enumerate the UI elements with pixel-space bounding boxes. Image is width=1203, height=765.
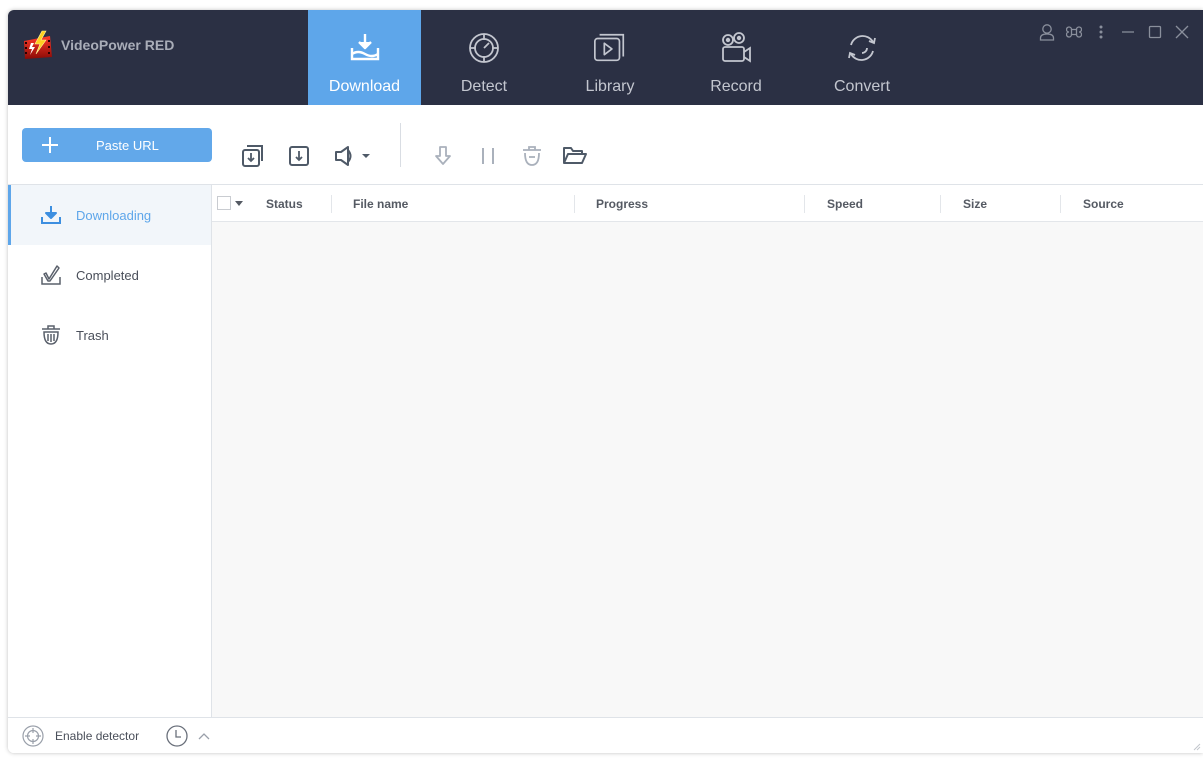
toolbar-divider xyxy=(400,123,401,167)
audio-speaker-icon[interactable] xyxy=(328,143,376,169)
app-window: VideoPower RED Download Detect Library R… xyxy=(8,10,1203,753)
tab-detect-label: Detect xyxy=(460,78,508,95)
convert-cycle-icon xyxy=(844,30,880,66)
tab-library-label: Library xyxy=(585,78,635,95)
column-divider[interactable] xyxy=(331,195,332,213)
column-progress[interactable]: Progress xyxy=(596,185,648,222)
command-icon[interactable] xyxy=(1060,22,1087,42)
column-source[interactable]: Source xyxy=(1083,185,1124,222)
column-size[interactable]: Size xyxy=(963,185,987,222)
main-nav: Download Detect Library Record Convert xyxy=(308,10,925,105)
sidebar-item-trash[interactable]: Trash xyxy=(8,305,211,365)
column-divider[interactable] xyxy=(574,195,575,213)
paste-url-label: Paste URL xyxy=(96,137,159,153)
open-folder-icon[interactable] xyxy=(562,143,588,169)
batch-download-icon[interactable] xyxy=(240,143,266,169)
tab-convert[interactable]: Convert xyxy=(799,10,925,105)
schedule-clock-icon[interactable] xyxy=(166,718,188,753)
column-status[interactable]: Status xyxy=(266,185,303,222)
status-bar: Enable detector xyxy=(8,717,1203,753)
user-icon[interactable] xyxy=(1033,22,1060,42)
maximize-icon[interactable] xyxy=(1141,22,1168,42)
sidebar-item-label: Completed xyxy=(76,267,139,283)
tab-record[interactable]: Record xyxy=(673,10,799,105)
download-tray-icon xyxy=(347,30,383,66)
close-icon[interactable] xyxy=(1168,22,1195,42)
more-vertical-icon[interactable] xyxy=(1087,22,1114,42)
delete-icon[interactable] xyxy=(519,143,545,169)
sidebar-item-label: Trash xyxy=(76,327,109,343)
tab-library[interactable]: Library xyxy=(547,10,673,105)
paste-url-button[interactable]: Paste URL xyxy=(22,128,212,162)
tab-download[interactable]: Download xyxy=(308,10,421,105)
brand: VideoPower RED xyxy=(22,30,174,60)
select-all-checkbox[interactable] xyxy=(217,196,231,210)
column-divider[interactable] xyxy=(804,195,805,213)
download-list: Status File name Progress Speed Size Sou… xyxy=(212,185,1203,717)
minimize-icon[interactable] xyxy=(1114,22,1141,42)
window-controls xyxy=(1033,22,1195,42)
enable-detector-toggle[interactable]: Enable detector xyxy=(22,718,139,753)
column-divider[interactable] xyxy=(940,195,941,213)
column-file-name[interactable]: File name xyxy=(353,185,408,222)
chevron-up-icon[interactable] xyxy=(198,718,210,753)
toolbar: Paste URL xyxy=(8,105,1203,185)
app-title: VideoPower RED xyxy=(61,37,175,53)
table-header: Status File name Progress Speed Size Sou… xyxy=(212,185,1203,222)
tab-record-label: Record xyxy=(710,78,762,95)
column-speed[interactable]: Speed xyxy=(827,185,863,222)
completed-check-icon xyxy=(40,264,62,286)
tab-convert-label: Convert xyxy=(833,78,891,95)
select-dropdown-icon[interactable] xyxy=(234,197,244,209)
trash-icon xyxy=(40,324,62,346)
downloading-icon xyxy=(40,204,62,226)
sidebar-item-label: Downloading xyxy=(76,207,152,223)
sidebar: Downloading Completed Trash xyxy=(8,185,212,717)
column-divider[interactable] xyxy=(1060,195,1061,213)
enable-detector-label: Enable detector xyxy=(55,729,140,743)
tab-download-label: Download xyxy=(328,78,401,95)
dropdown-arrow-icon[interactable] xyxy=(361,153,371,159)
sidebar-item-downloading[interactable]: Downloading xyxy=(8,185,211,245)
detect-target-icon xyxy=(466,30,502,66)
tab-detect[interactable]: Detect xyxy=(421,10,547,105)
resize-grip[interactable] xyxy=(1193,743,1201,751)
video-camera-icon xyxy=(718,30,754,66)
sidebar-item-completed[interactable]: Completed xyxy=(8,245,211,305)
download-icon[interactable] xyxy=(286,143,312,169)
header-bar: VideoPower RED Download Detect Library R… xyxy=(8,10,1203,105)
film-lightning-logo-icon xyxy=(24,30,52,59)
library-play-icon xyxy=(592,30,628,66)
detector-target-icon xyxy=(22,725,44,747)
pause-icon[interactable] xyxy=(475,143,501,169)
resume-icon[interactable] xyxy=(430,143,456,169)
plus-icon xyxy=(22,137,78,153)
